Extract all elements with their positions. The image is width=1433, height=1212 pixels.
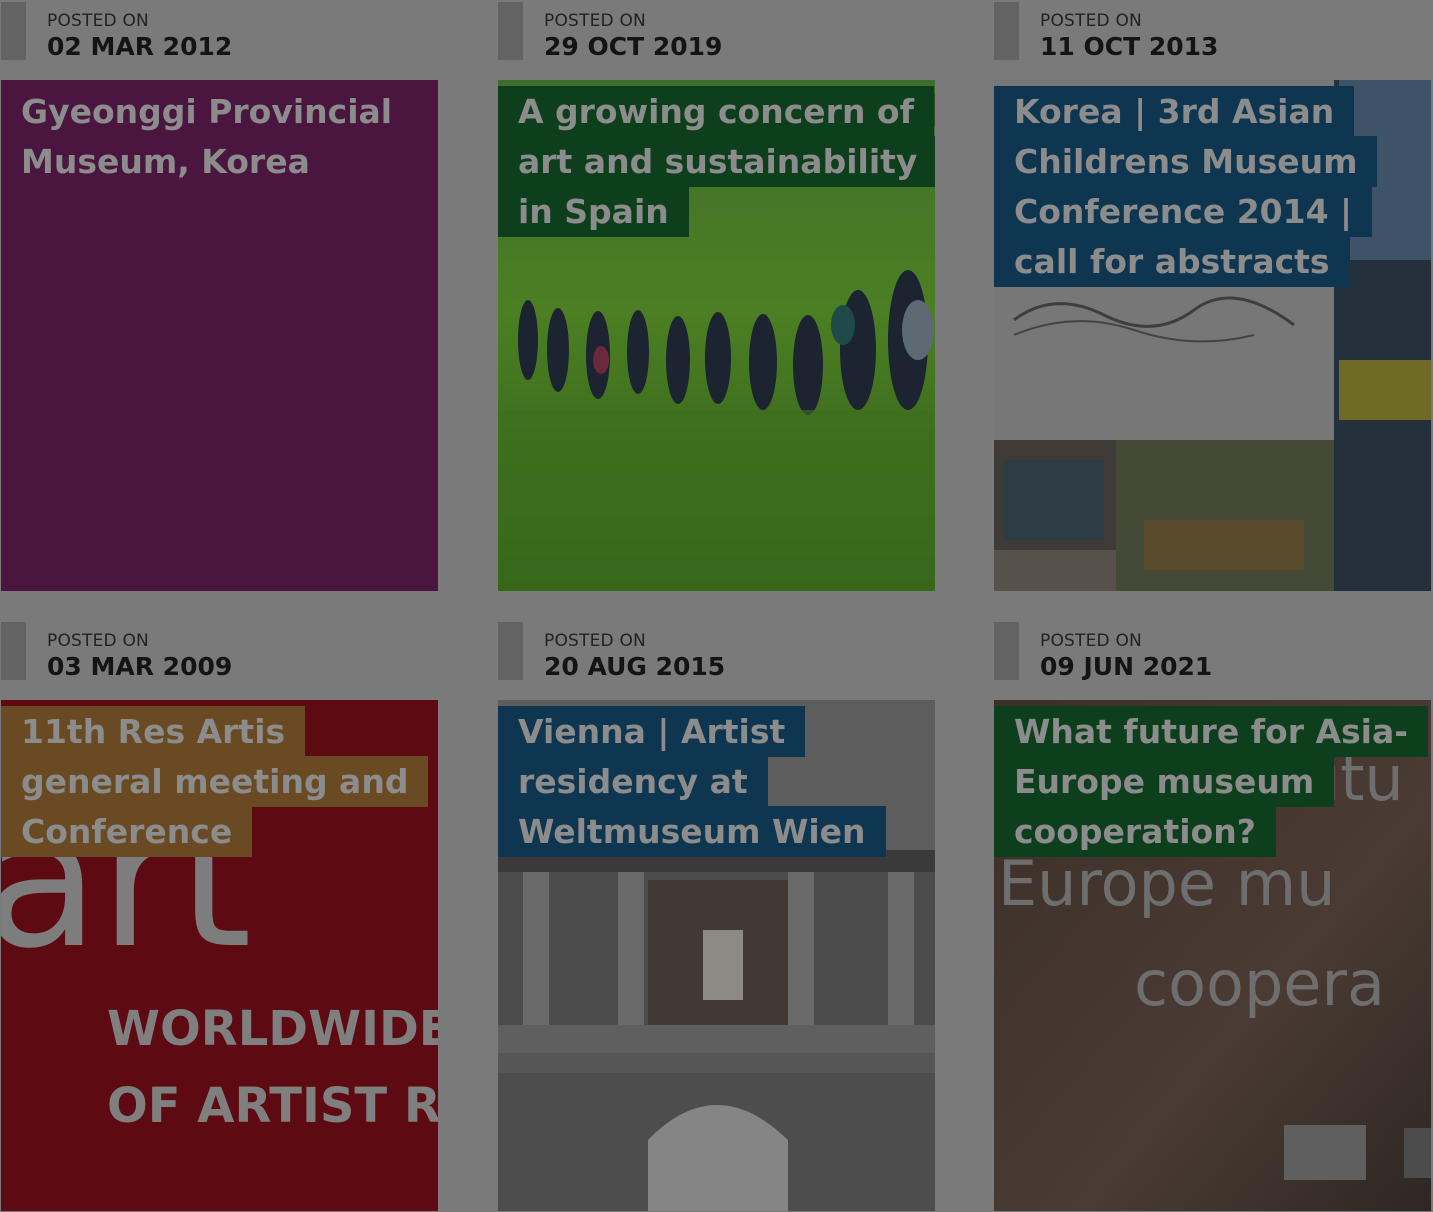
post-title[interactable]: A growing concern of art and sustainabil… [498, 86, 935, 237]
post-tile-link[interactable]: A growing concern of art and sustainabil… [498, 80, 935, 591]
posted-on-label: POSTED ON [47, 11, 149, 31]
post-date: 20 AUG 2015 [544, 652, 726, 681]
post-title-text[interactable]: Korea | 3rd Asian Childrens Museum Confe… [994, 86, 1378, 287]
post-title-text[interactable]: 11th Res Artis general meeting and Confe… [1, 706, 429, 857]
posted-on-label: POSTED ON [47, 631, 149, 651]
post-date: 29 OCT 2019 [544, 32, 723, 61]
post-meta: POSTED ON 29 OCT 2019 [498, 0, 935, 70]
post-tile-link[interactable]: Vienna | Artist residency at Weltmuseum … [498, 700, 935, 1211]
post-tile-link[interactable]: futu Europe mu coopera What future for A… [994, 700, 1431, 1211]
posted-on-label: POSTED ON [544, 11, 646, 31]
image-text-worldwide: WORLDWIDE [107, 1001, 438, 1057]
post-meta: POSTED ON 11 OCT 2013 [994, 0, 1431, 70]
post-title[interactable]: Korea | 3rd Asian Childrens Museum Confe… [994, 86, 1414, 287]
post-title-text[interactable]: Gyeonggi Provincial Museum, Korea [1, 86, 412, 187]
post-meta: POSTED ON 02 MAR 2012 [1, 0, 438, 70]
post-title[interactable]: 11th Res Artis general meeting and Confe… [1, 706, 429, 857]
date-marker [498, 622, 523, 680]
post-date: 03 MAR 2009 [47, 652, 233, 681]
posted-on-label: POSTED ON [1040, 631, 1142, 651]
post-meta: POSTED ON 03 MAR 2009 [1, 620, 438, 690]
post-title-text[interactable]: A growing concern of art and sustainabil… [498, 86, 935, 237]
post-date: 02 MAR 2012 [47, 32, 233, 61]
posted-on-label: POSTED ON [1040, 11, 1142, 31]
post-date: 11 OCT 2013 [1040, 32, 1219, 61]
post-title-text[interactable]: Vienna | Artist residency at Weltmuseum … [498, 706, 886, 857]
post-meta: POSTED ON 09 JUN 2021 [994, 620, 1431, 690]
date-marker [498, 2, 523, 60]
post-meta: POSTED ON 20 AUG 2015 [498, 620, 935, 690]
date-marker [1, 622, 26, 680]
posted-on-label: POSTED ON [544, 631, 646, 651]
post-tile-link[interactable]: art WORLDWIDE OF ARTIST R 11th Res Artis… [1, 700, 438, 1211]
image-text-cooperation: coopera [1134, 947, 1385, 1020]
image-text-europe: Europe mu [998, 847, 1335, 920]
date-marker [1, 2, 26, 60]
post-date: 09 JUN 2021 [1040, 652, 1213, 681]
post-tile-link[interactable]: Korea | 3rd Asian Childrens Museum Confe… [994, 80, 1431, 591]
posts-grid: POSTED ON 02 MAR 2012 Gyeonggi Provincia… [0, 0, 1433, 1212]
post-title[interactable]: Gyeonggi Provincial Museum, Korea [1, 87, 421, 187]
post-title[interactable]: Vienna | Artist residency at Weltmuseum … [498, 706, 918, 857]
post-title-text[interactable]: What future for Asia-Europe museum coope… [994, 706, 1428, 857]
date-marker [994, 622, 1019, 680]
date-marker [994, 2, 1019, 60]
post-title[interactable]: What future for Asia-Europe museum coope… [994, 706, 1428, 857]
image-text-of-artist: OF ARTIST R [107, 1078, 438, 1134]
post-tile-link[interactable]: Gyeonggi Provincial Museum, Korea [1, 80, 438, 591]
